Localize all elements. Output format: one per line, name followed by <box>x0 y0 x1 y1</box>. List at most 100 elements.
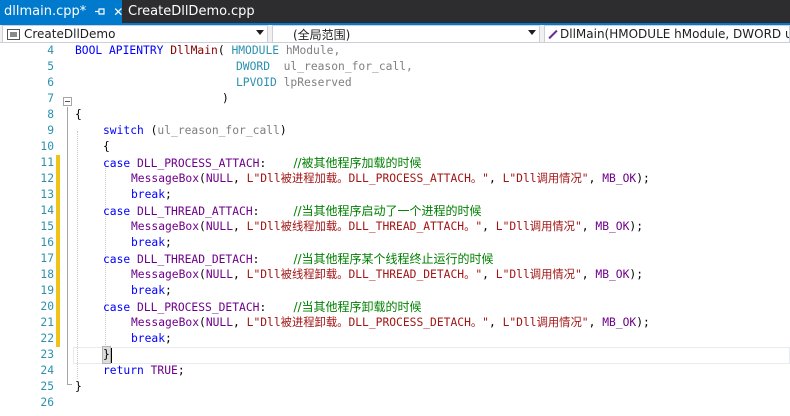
token: , <box>581 268 596 281</box>
line-number: 11 <box>40 156 54 169</box>
change-marker <box>56 267 60 283</box>
token: , <box>482 268 496 281</box>
code-text: } <box>102 346 111 364</box>
line-number: 24 <box>40 364 54 377</box>
tab-dllmain[interactable]: dllmain.cpp* ✕ <box>0 0 123 23</box>
token: ( <box>199 268 206 281</box>
string: L"Dll被进程加载。DLL_PROCESS_ATTACH。" <box>246 172 489 185</box>
string: L"Dll被线程卸载。DLL_THREAD_DETACH。" <box>246 268 483 281</box>
matched-brace: } <box>102 346 111 364</box>
string: L"Dll调用情况" <box>495 268 582 281</box>
token: ) <box>279 124 287 137</box>
token: TRUE <box>150 364 178 377</box>
change-marker <box>56 219 60 235</box>
change-marker <box>56 155 60 171</box>
token: ( <box>199 172 206 185</box>
change-marker <box>56 331 60 347</box>
code-text: return TRUE; <box>103 363 185 379</box>
tab-createdlldemo[interactable]: CreateDllDemo.cpp <box>122 0 255 23</box>
line-number: 22 <box>40 332 54 345</box>
code-text: break; <box>131 283 172 299</box>
string: L"Dll调用情况" <box>495 220 582 233</box>
token: NULL <box>205 268 234 281</box>
token: break <box>131 188 166 201</box>
token: ( <box>143 124 158 137</box>
token: hModule, <box>279 44 341 57</box>
token: DWORD <box>236 60 271 73</box>
code-line: 24 return TRUE; <box>0 363 790 379</box>
line-number: 23 <box>40 348 54 361</box>
token: break <box>131 284 166 297</box>
token: NULL <box>205 172 234 185</box>
token: : <box>259 157 294 170</box>
change-marker <box>56 251 60 267</box>
code-line: 4 BOOL APIENTRY DllMain( HMODULE hModule… <box>0 43 790 59</box>
string: L"Dll调用情况" <box>502 172 589 185</box>
scope-label: (全局范围) <box>293 27 351 42</box>
token: ; <box>177 364 185 377</box>
code-text: case DLL_PROCESS_ATTACH: //被其他程序加载的时候 <box>103 155 422 172</box>
tab-label: dllmain.cpp* <box>4 4 87 19</box>
code-line: 7 ) <box>0 91 790 107</box>
member-dropdown[interactable]: DllMain(HMODULE hModule, DWORD ul_reason… <box>544 25 790 43</box>
code-text: BOOL APIENTRY DllMain( HMODULE hModule, <box>75 43 340 59</box>
navigation-bar: CreateDllDemo (全局范围) DllMain(HMODULE hMo… <box>0 25 790 43</box>
project-dropdown[interactable]: CreateDllDemo <box>2 25 268 43</box>
token: ); <box>629 220 644 233</box>
code-line: 5 DWORD ul_reason_for_call, <box>0 59 790 75</box>
code-text: MessageBox(NULL, L"Dll被线程卸载。DLL_THREAD_D… <box>131 267 643 283</box>
change-marker <box>56 203 60 219</box>
code-line: 6 LPVOID lpReserved <box>0 75 790 91</box>
token: break <box>131 236 166 249</box>
string: L"Dll调用情况" <box>502 316 589 329</box>
line-number: 14 <box>40 204 54 217</box>
token: MessageBox <box>131 220 200 233</box>
token: NULL <box>205 316 234 329</box>
code-line: 17 case DLL_THREAD_DETACH: //当其他程序某个线程终止… <box>0 251 790 267</box>
code-line: 15 MessageBox(NULL, L"Dll被线程加载。DLL_THREA… <box>0 219 790 235</box>
scope-dropdown[interactable]: (全局范围) <box>272 25 540 43</box>
line-number: 7 <box>47 92 54 105</box>
token: ; <box>165 332 172 345</box>
token: : <box>252 205 294 218</box>
token: case <box>103 253 131 266</box>
chevron-down-icon <box>256 30 264 35</box>
code-text: case DLL_THREAD_ATTACH: //当其他程序启动了一个进程的时… <box>103 203 482 220</box>
code-text: } <box>75 380 82 393</box>
token: DLL_THREAD_DETACH <box>130 253 253 266</box>
token: ); <box>629 268 644 281</box>
token: , <box>488 316 503 329</box>
project-name: CreateDllDemo <box>24 27 116 41</box>
line-number: 17 <box>40 252 54 265</box>
token: : <box>252 253 294 266</box>
code-text: case DLL_THREAD_DETACH: //当其他程序某个线程终止运行的… <box>103 251 494 268</box>
code-line: 22 break; <box>0 331 790 347</box>
code-line: 8 { <box>0 107 790 123</box>
change-marker <box>56 299 60 315</box>
code-text: LPVOID lpReserved <box>236 75 352 91</box>
token: ); <box>636 172 650 185</box>
token: : <box>259 301 294 314</box>
change-marker <box>56 235 60 251</box>
line-number: 8 <box>47 108 54 121</box>
comment: //当其他程序卸载的时候 <box>293 300 422 314</box>
token: break <box>131 332 166 345</box>
code-text: ) <box>222 92 229 105</box>
code-text: case DLL_PROCESS_DETACH: //当其他程序卸载的时候 <box>103 299 422 316</box>
chevron-down-icon <box>528 30 536 35</box>
token: HMODULE <box>231 44 280 57</box>
code-line: 10 { <box>0 139 790 155</box>
code-line: 23 } <box>0 346 790 364</box>
line-number: 12 <box>40 172 54 185</box>
text-caret <box>111 348 112 363</box>
code-line: 18 MessageBox(NULL, L"Dll被线程卸载。DLL_THREA… <box>0 267 790 283</box>
code-line: 14 case DLL_THREAD_ATTACH: //当其他程序启动了一个进… <box>0 203 790 219</box>
comment: //当其他程序启动了一个进程的时候 <box>293 204 482 218</box>
code-editor[interactable]: 4 BOOL APIENTRY DllMain( HMODULE hModule… <box>0 43 790 416</box>
token: ; <box>165 284 172 297</box>
token: , <box>233 268 247 281</box>
token: , <box>482 220 496 233</box>
pin-icon[interactable] <box>95 7 106 16</box>
token: ul_reason_for_call, <box>270 60 413 73</box>
token: , <box>588 316 603 329</box>
